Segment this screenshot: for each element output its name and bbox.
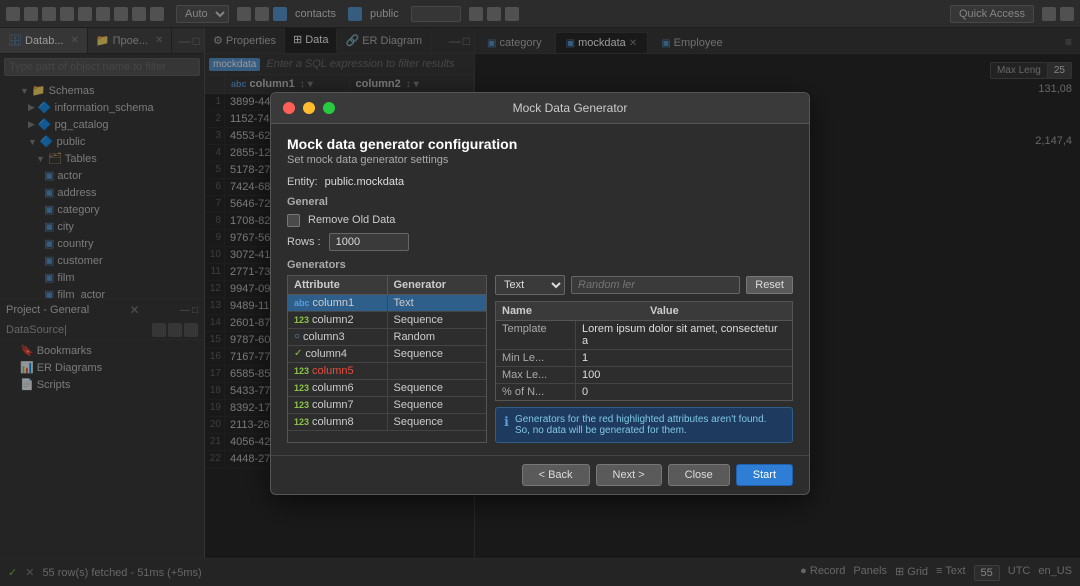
prop-value[interactable]: 1 (576, 350, 792, 366)
gen-rows-container: abccolumn1 Text 123column2 Sequence ○col… (288, 295, 486, 431)
gen-col-name: column1 (313, 297, 355, 309)
traffic-light-red[interactable] (283, 102, 295, 114)
entity-value: public.mockdata (325, 176, 405, 188)
gen-row[interactable]: 123column7 Sequence (288, 397, 486, 414)
gen-attr-cell: ○column3 (288, 329, 388, 345)
rows-label: Rows : (287, 236, 321, 248)
modal-subheading: Set mock data generator settings (287, 154, 793, 166)
gen-gen-cell: Random (388, 329, 487, 345)
generators-list: Attribute Generator abccolumn1 Text 123c… (287, 275, 487, 443)
gen-attr-cell: 123column8 (288, 414, 388, 430)
modal-dialog: Mock Data Generator Mock data generator … (270, 92, 810, 495)
gen-col-name: column7 (312, 399, 354, 411)
gen-props-header: Name Value (496, 302, 792, 321)
info-icon: ℹ (504, 414, 509, 430)
gen-row[interactable]: ○column3 Random (288, 329, 486, 346)
info-text: Generators for the red highlighted attri… (515, 414, 784, 436)
traffic-light-green[interactable] (323, 102, 335, 114)
modal-heading: Mock data generator configuration (287, 136, 793, 152)
modal-footer: < Back Next > Close Start (271, 455, 809, 494)
rows-row: Rows : (287, 233, 793, 251)
gen-attr-cell: abccolumn1 (288, 295, 388, 311)
gen-gen-header: Generator (388, 276, 487, 294)
col-check-icon: ✓ (294, 348, 302, 359)
modal-entity: Entity: public.mockdata (287, 176, 793, 188)
remove-old-data-row: Remove Old Data (287, 214, 793, 227)
gen-attr-cell: ✓column4 (288, 346, 388, 362)
gen-col-name: column2 (312, 314, 354, 326)
back-button[interactable]: < Back (522, 464, 590, 486)
info-message: ℹ Generators for the red highlighted att… (495, 407, 793, 443)
gen-right-panel: Text Reset Name Value Template Lorem ips… (495, 275, 793, 443)
gen-type-select[interactable]: Text (495, 275, 565, 295)
prop-row: % of N... 0 (496, 384, 792, 400)
gen-row[interactable]: 123column2 Sequence (288, 312, 486, 329)
gen-gen-cell: Sequence (388, 414, 487, 430)
gen-type-input[interactable] (571, 276, 740, 294)
modal-body: Mock data generator configuration Set mo… (271, 124, 809, 455)
props-value-header: Value (644, 302, 792, 320)
col-123-icon: 123 (294, 383, 309, 393)
gen-properties-table: Name Value Template Lorem ipsum dolor si… (495, 301, 793, 401)
modal-overlay: Mock Data Generator Mock data generator … (0, 0, 1080, 586)
gen-type-bar: Text Reset (495, 275, 793, 295)
prop-key: Max Le... (496, 367, 576, 383)
gen-attr-cell: 123column5 (288, 363, 388, 379)
col-circle-icon: ○ (294, 331, 300, 342)
gen-gen-cell (388, 363, 487, 379)
next-button[interactable]: Next > (596, 464, 662, 486)
prop-key: Min Le... (496, 350, 576, 366)
gen-gen-cell: Sequence (388, 346, 487, 362)
gen-attr-header: Attribute (288, 276, 388, 294)
close-button[interactable]: Close (668, 464, 730, 486)
props-name-header: Name (496, 302, 644, 320)
prop-key: Template (496, 321, 576, 349)
col-123-icon: 123 (294, 400, 309, 410)
gen-row[interactable]: 123column6 Sequence (288, 380, 486, 397)
gen-col-name: column6 (312, 382, 354, 394)
generators-section-label: Generators (287, 259, 793, 271)
prop-key: % of N... (496, 384, 576, 400)
gen-attr-cell: 123column2 (288, 312, 388, 328)
prop-value[interactable]: 0 (576, 384, 792, 400)
prop-value[interactable]: 100 (576, 367, 792, 383)
gen-attr-cell: 123column7 (288, 397, 388, 413)
col-123-icon: 123 (294, 315, 309, 325)
gen-row[interactable]: abccolumn1 Text (288, 295, 486, 312)
gen-row[interactable]: 123column8 Sequence (288, 414, 486, 431)
generators-layout: Attribute Generator abccolumn1 Text 123c… (287, 275, 793, 443)
general-section-label: General (287, 196, 793, 208)
gen-col-name: column4 (305, 348, 347, 360)
traffic-light-yellow[interactable] (303, 102, 315, 114)
col-123-icon: 123 (294, 366, 309, 376)
gen-col-name: column3 (303, 331, 345, 343)
gen-gen-cell: Sequence (388, 312, 487, 328)
prop-row: Template Lorem ipsum dolor sit amet, con… (496, 321, 792, 350)
entity-label: Entity: (287, 176, 318, 188)
remove-old-data-checkbox[interactable] (287, 214, 300, 227)
gen-header: Attribute Generator (288, 276, 486, 295)
modal-title: Mock Data Generator (343, 101, 797, 115)
gen-col-name: column5 (312, 365, 354, 377)
col-abc-icon: abc (294, 298, 310, 308)
gen-row[interactable]: 123column5 (288, 363, 486, 380)
remove-old-data-label: Remove Old Data (308, 214, 395, 226)
gen-gen-cell: Sequence (388, 380, 487, 396)
gen-col-name: column8 (312, 416, 354, 428)
prop-value[interactable]: Lorem ipsum dolor sit amet, consectetur … (576, 321, 792, 349)
col-123-icon: 123 (294, 417, 309, 427)
prop-row: Min Le... 1 (496, 350, 792, 367)
rows-input[interactable] (329, 233, 409, 251)
gen-row[interactable]: ✓column4 Sequence (288, 346, 486, 363)
gen-gen-cell: Text (388, 295, 487, 311)
gen-reset-button[interactable]: Reset (746, 276, 793, 294)
prop-row: Max Le... 100 (496, 367, 792, 384)
start-button[interactable]: Start (736, 464, 793, 486)
modal-titlebar: Mock Data Generator (271, 93, 809, 124)
gen-attr-cell: 123column6 (288, 380, 388, 396)
gen-props-rows: Template Lorem ipsum dolor sit amet, con… (496, 321, 792, 400)
gen-gen-cell: Sequence (388, 397, 487, 413)
